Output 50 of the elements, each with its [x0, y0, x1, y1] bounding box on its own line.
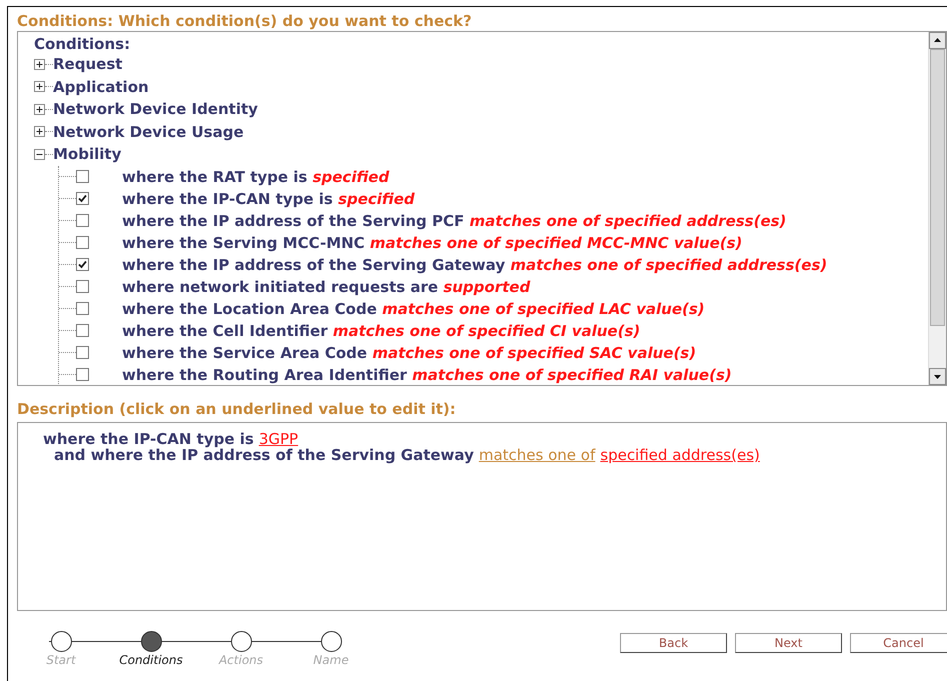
wizard-button[interactable]: Cancel — [850, 633, 947, 653]
section-heading: Description (click on an underlined value to edit it): — [17, 400, 456, 418]
condition-label: where the Cell Identifier matches one of specified CI value(s) — [122, 322, 640, 338]
checkbox[interactable] — [76, 236, 89, 249]
collapse-icon[interactable] — [34, 148, 45, 160]
tree-group[interactable]: Application — [53, 78, 149, 96]
condition-label: where the Serving MCC-MNC matches one of specified MCC-MNC value(s) — [122, 234, 742, 250]
tree-root-label: Conditions: — [34, 35, 130, 53]
condition-label: where network initiated requests are supported — [122, 278, 530, 294]
expand-icon[interactable] — [34, 81, 45, 92]
scrollbar[interactable] — [928, 32, 946, 386]
checkbox[interactable] — [76, 302, 89, 315]
checkbox[interactable] — [76, 346, 89, 359]
condition-label: where the IP-CAN type is specified — [122, 190, 415, 206]
condition-label: where the IP address of the Serving Gateway matches one of specified address(es) — [122, 256, 828, 272]
checkbox[interactable] — [76, 214, 89, 227]
tree-group[interactable]: Mobility — [53, 145, 122, 164]
expand-icon[interactable] — [34, 58, 45, 70]
condition-label: where the IP address of the Serving PCF matches one of specified address(es) — [122, 212, 786, 228]
value-link[interactable]: 3GPP — [258, 431, 298, 448]
tree-group[interactable]: Network Device Usage — [53, 122, 244, 141]
scroll-down-icon[interactable] — [929, 368, 946, 386]
condition-label: where the RAT type is specified — [122, 168, 390, 184]
section-heading: Conditions: Which condition(s) do you want to check? — [17, 12, 472, 30]
checkbox[interactable] — [76, 170, 89, 183]
step-label: Conditions — [119, 652, 183, 668]
tree-group[interactable]: Network Device Identity — [53, 100, 258, 118]
tree-group[interactable]: Request — [53, 55, 122, 74]
description-text: and where the IP address of the Serving Gateway — [54, 447, 474, 464]
operator-link[interactable]: matches one of — [478, 447, 596, 464]
checkbox[interactable] — [76, 368, 89, 381]
step-label: Start — [46, 652, 76, 668]
value-link[interactable]: specified address(es) — [600, 447, 760, 464]
checkbox[interactable] — [76, 258, 89, 271]
condition-label: where the Location Area Code matches one of specified LAC value(s) — [122, 300, 705, 316]
check-icon — [78, 260, 87, 269]
wizard-button[interactable]: Next — [735, 633, 842, 653]
check-icon — [78, 194, 87, 203]
checkbox[interactable] — [76, 192, 89, 205]
description-text: where the IP-CAN type is — [43, 431, 254, 448]
condition-label: where the Service Area Code matches one of specified SAC value(s) — [122, 344, 696, 360]
step-label: Actions — [218, 652, 264, 668]
expand-icon[interactable] — [34, 126, 45, 138]
scroll-up-icon[interactable] — [929, 32, 946, 49]
wizard-button[interactable]: Back — [620, 633, 727, 653]
checkbox[interactable] — [76, 280, 89, 293]
condition-label: where the Routing Area Identifier matches one of specified RAI value(s) — [122, 366, 732, 382]
step-label: Name — [313, 652, 349, 668]
expand-icon[interactable] — [34, 104, 45, 115]
checkbox[interactable] — [76, 324, 89, 337]
